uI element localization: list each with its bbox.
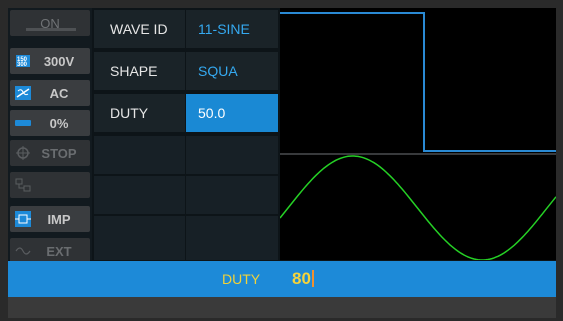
svg-text:300: 300 bbox=[17, 62, 28, 68]
input-value: 80 bbox=[292, 269, 311, 288]
parameter-table: WAVE ID 11-SINE SHAPE SQUA DUTY 50.0 bbox=[94, 10, 278, 260]
instrument-screen: ON 150 300 300V AC 0% STOP IMP EXT WAVE … bbox=[8, 8, 556, 318]
stop-button[interactable]: STOP bbox=[10, 140, 90, 166]
external-signal-icon bbox=[14, 243, 32, 259]
network-icon bbox=[14, 177, 32, 193]
numeric-input-bar[interactable]: DUTY 80 bbox=[8, 261, 556, 297]
coupling-mode-label: AC bbox=[49, 85, 69, 101]
coupling-mode-button[interactable]: AC bbox=[10, 80, 90, 106]
status-strip bbox=[8, 297, 556, 318]
impedance-icon bbox=[14, 211, 32, 227]
param-value-wave-id[interactable]: 11-SINE bbox=[186, 10, 278, 48]
sine-wave-trace bbox=[280, 155, 556, 260]
column-divider bbox=[185, 10, 186, 260]
stop-label: STOP bbox=[41, 145, 77, 161]
external-label: EXT bbox=[46, 243, 72, 259]
param-label-duty[interactable]: DUTY bbox=[94, 94, 186, 132]
impedance-label: IMP bbox=[47, 211, 71, 227]
level-percent-button[interactable]: 0% bbox=[10, 110, 90, 136]
square-wave-trace bbox=[280, 12, 556, 152]
param-value-shape[interactable]: SQUA bbox=[186, 52, 278, 90]
param-label-shape[interactable]: SHAPE bbox=[94, 52, 186, 90]
impedance-button[interactable]: IMP bbox=[10, 206, 90, 232]
level-bar-icon bbox=[14, 115, 32, 131]
output-on-button[interactable]: ON bbox=[10, 10, 90, 36]
network-button[interactable] bbox=[10, 172, 90, 198]
input-parameter-label: DUTY bbox=[222, 271, 261, 287]
voltage-range-label: 300V bbox=[43, 53, 75, 69]
function-sidebar: ON 150 300 300V AC 0% STOP IMP EXT bbox=[8, 8, 92, 264]
range-icon: 150 300 bbox=[14, 53, 32, 69]
empty-cell bbox=[94, 136, 186, 174]
level-percent-label: 0% bbox=[49, 115, 69, 131]
empty-cell bbox=[94, 176, 186, 214]
param-label-wave-id[interactable]: WAVE ID bbox=[94, 10, 186, 48]
input-value-field[interactable]: 80 bbox=[292, 269, 314, 289]
waveform-preview bbox=[280, 8, 556, 260]
text-caret bbox=[311, 270, 314, 287]
empty-cell bbox=[94, 216, 186, 260]
voltage-range-button[interactable]: 150 300 300V bbox=[10, 48, 90, 74]
empty-cell bbox=[186, 176, 278, 214]
output-indicator-bar bbox=[26, 28, 76, 31]
ac-coupling-icon bbox=[14, 85, 32, 101]
stop-icon bbox=[14, 145, 32, 161]
empty-cell bbox=[186, 136, 278, 174]
empty-cell bbox=[186, 216, 278, 260]
param-value-duty[interactable]: 50.0 bbox=[186, 94, 278, 132]
